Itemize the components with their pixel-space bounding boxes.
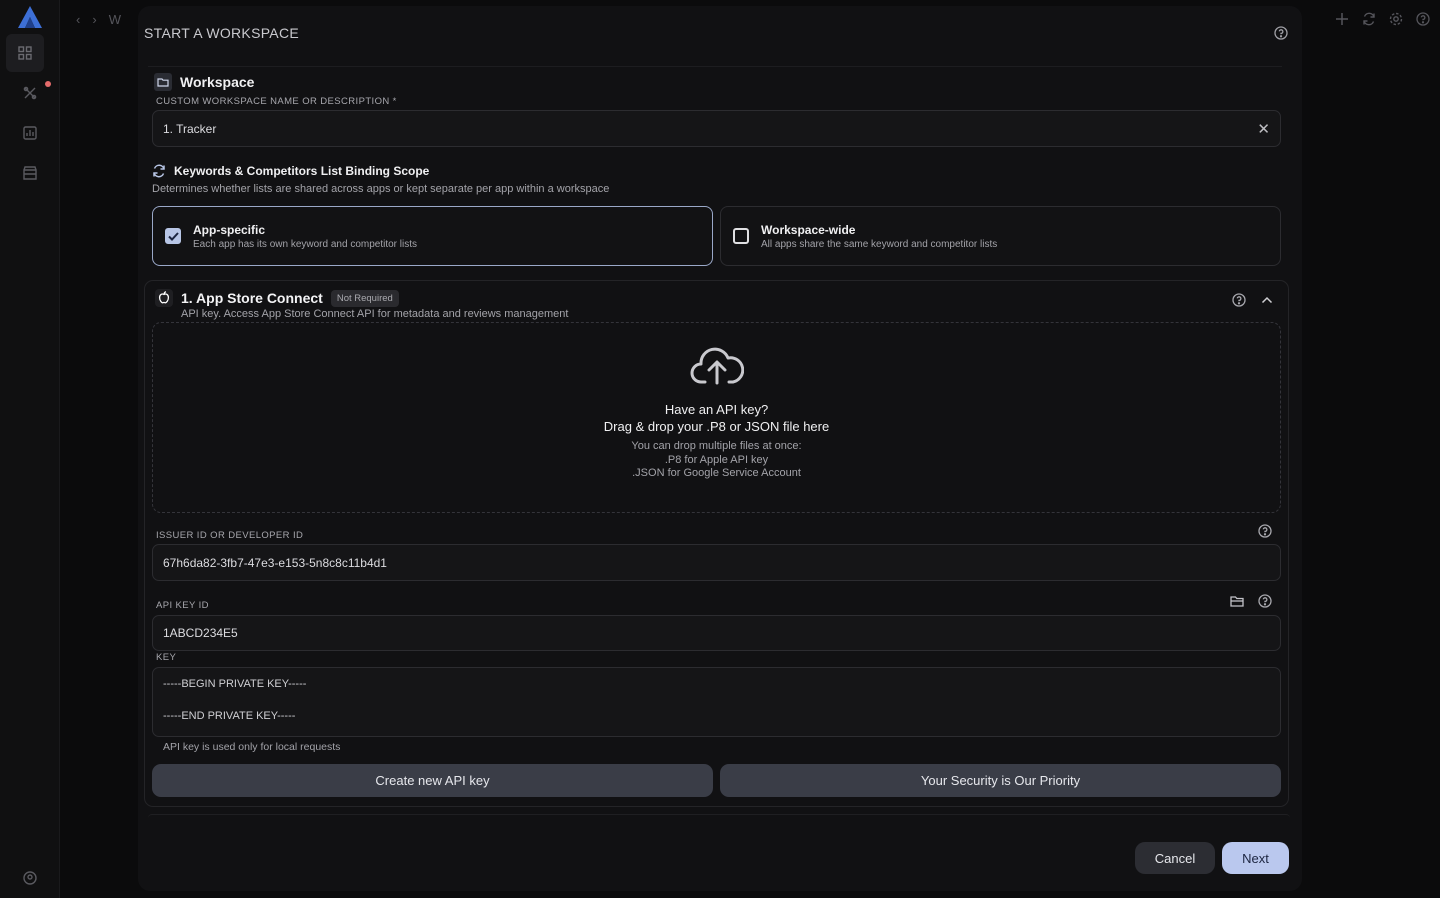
folder-open-icon[interactable] xyxy=(1230,594,1245,608)
dropzone-subtitle: Drag & drop your .P8 or JSON file here xyxy=(603,419,830,434)
dropzone-hint: .P8 for Apple API key xyxy=(664,453,769,466)
asc-title: 1. App Store Connect xyxy=(181,290,323,306)
key-begin-line: -----BEGIN PRIVATE KEY----- xyxy=(163,678,307,690)
dropzone-title: Have an API key? xyxy=(664,402,769,417)
help-icon[interactable] xyxy=(1274,26,1288,40)
issuer-id-label: ISSUER ID OR DEVELOPER ID xyxy=(156,530,304,541)
scope-section-title: Keywords & Competitors List Binding Scop… xyxy=(152,164,429,178)
workspace-name-input[interactable]: 1. Tracker ✕ xyxy=(152,110,1281,147)
user-circle-icon xyxy=(23,871,37,885)
scope-option-app-specific[interactable]: App-specific Each app has its own keywor… xyxy=(152,206,713,266)
create-api-key-button[interactable]: Create new API key xyxy=(152,764,713,797)
cancel-button[interactable]: Cancel xyxy=(1135,842,1215,874)
api-key-id-input[interactable]: 1ABCD234E5 xyxy=(152,615,1281,651)
topbar-actions xyxy=(1335,12,1430,26)
sync-icon xyxy=(153,164,165,178)
asc-description: API key. Access App Store Connect API fo… xyxy=(181,308,569,320)
store-icon xyxy=(23,166,37,180)
tools-icon xyxy=(23,86,37,100)
sidebar-item-store[interactable] xyxy=(16,159,44,187)
key-end-line: -----END PRIVATE KEY----- xyxy=(163,710,296,722)
next-section-edge xyxy=(148,814,1290,818)
help-icon[interactable] xyxy=(1258,524,1272,538)
breadcrumb: W xyxy=(108,12,121,27)
sidebar-item-tools[interactable] xyxy=(16,79,44,107)
checkbox-checked[interactable] xyxy=(165,228,181,244)
scope-option-workspace-wide[interactable]: Workspace-wide All apps share the same k… xyxy=(720,206,1281,266)
dropzone-hint: .JSON for Google Service Account xyxy=(632,467,801,479)
key-label: KEY xyxy=(156,652,177,663)
scope-option-desc: All apps share the same keyword and comp… xyxy=(761,238,998,250)
chevron-up-icon[interactable] xyxy=(1260,293,1274,307)
forward-icon[interactable]: › xyxy=(92,12,96,27)
divider xyxy=(148,66,1282,67)
checkbox-unchecked[interactable] xyxy=(733,228,749,244)
grid-icon xyxy=(18,46,32,60)
gear-icon[interactable] xyxy=(1389,12,1403,26)
cloud-upload-icon xyxy=(690,347,744,385)
modal-title: START A WORKSPACE xyxy=(144,25,299,41)
start-workspace-modal: START A WORKSPACE Workspace CUSTOM WORKS… xyxy=(138,6,1302,891)
scope-option-title: Workspace-wide xyxy=(761,222,856,237)
workspace-name-label: CUSTOM WORKSPACE NAME OR DESCRIPTION * xyxy=(156,96,397,107)
folder-icon xyxy=(154,73,172,91)
api-key-id-label: API KEY ID xyxy=(156,600,209,611)
notification-dot xyxy=(45,81,51,87)
private-key-textarea[interactable]: -----BEGIN PRIVATE KEY----- -----END PRI… xyxy=(152,667,1281,737)
workspace-section-title: Workspace xyxy=(154,73,254,91)
next-button[interactable]: Next xyxy=(1222,842,1289,874)
dropzone-hint: You can drop multiple files at once: xyxy=(631,440,802,452)
help-icon[interactable] xyxy=(1416,12,1430,26)
file-dropzone[interactable]: Have an API key? Drag & drop your .P8 or… xyxy=(152,322,1281,513)
check-icon xyxy=(167,231,179,241)
security-button[interactable]: Your Security is Our Priority xyxy=(720,764,1281,797)
sidebar-item-profile[interactable] xyxy=(16,864,44,892)
clear-icon[interactable]: ✕ xyxy=(1257,120,1270,138)
back-icon[interactable]: ‹ xyxy=(76,12,80,27)
sidebar-item-dashboard[interactable] xyxy=(6,34,44,72)
help-icon[interactable] xyxy=(1258,594,1272,608)
scope-description: Determines whether lists are shared acro… xyxy=(152,183,610,195)
app-logo-icon xyxy=(18,6,42,28)
chart-icon xyxy=(23,126,37,140)
api-key-note: API key is used only for local requests xyxy=(163,741,341,753)
history-nav: ‹ › W xyxy=(76,12,121,27)
status-badge: Not Required xyxy=(330,289,399,307)
issuer-id-input[interactable]: 67h6da82-3fb7-47e3-e153-5n8c8c11b4d1 xyxy=(152,544,1281,581)
scope-option-title: App-specific xyxy=(193,222,266,237)
help-icon[interactable] xyxy=(1232,293,1246,307)
plus-icon[interactable] xyxy=(1335,12,1349,26)
apple-icon xyxy=(155,289,173,307)
refresh-icon[interactable] xyxy=(1362,12,1376,26)
sidebar-item-reports[interactable] xyxy=(16,119,44,147)
scope-option-desc: Each app has its own keyword and competi… xyxy=(193,238,417,250)
app-sidebar xyxy=(0,0,60,898)
